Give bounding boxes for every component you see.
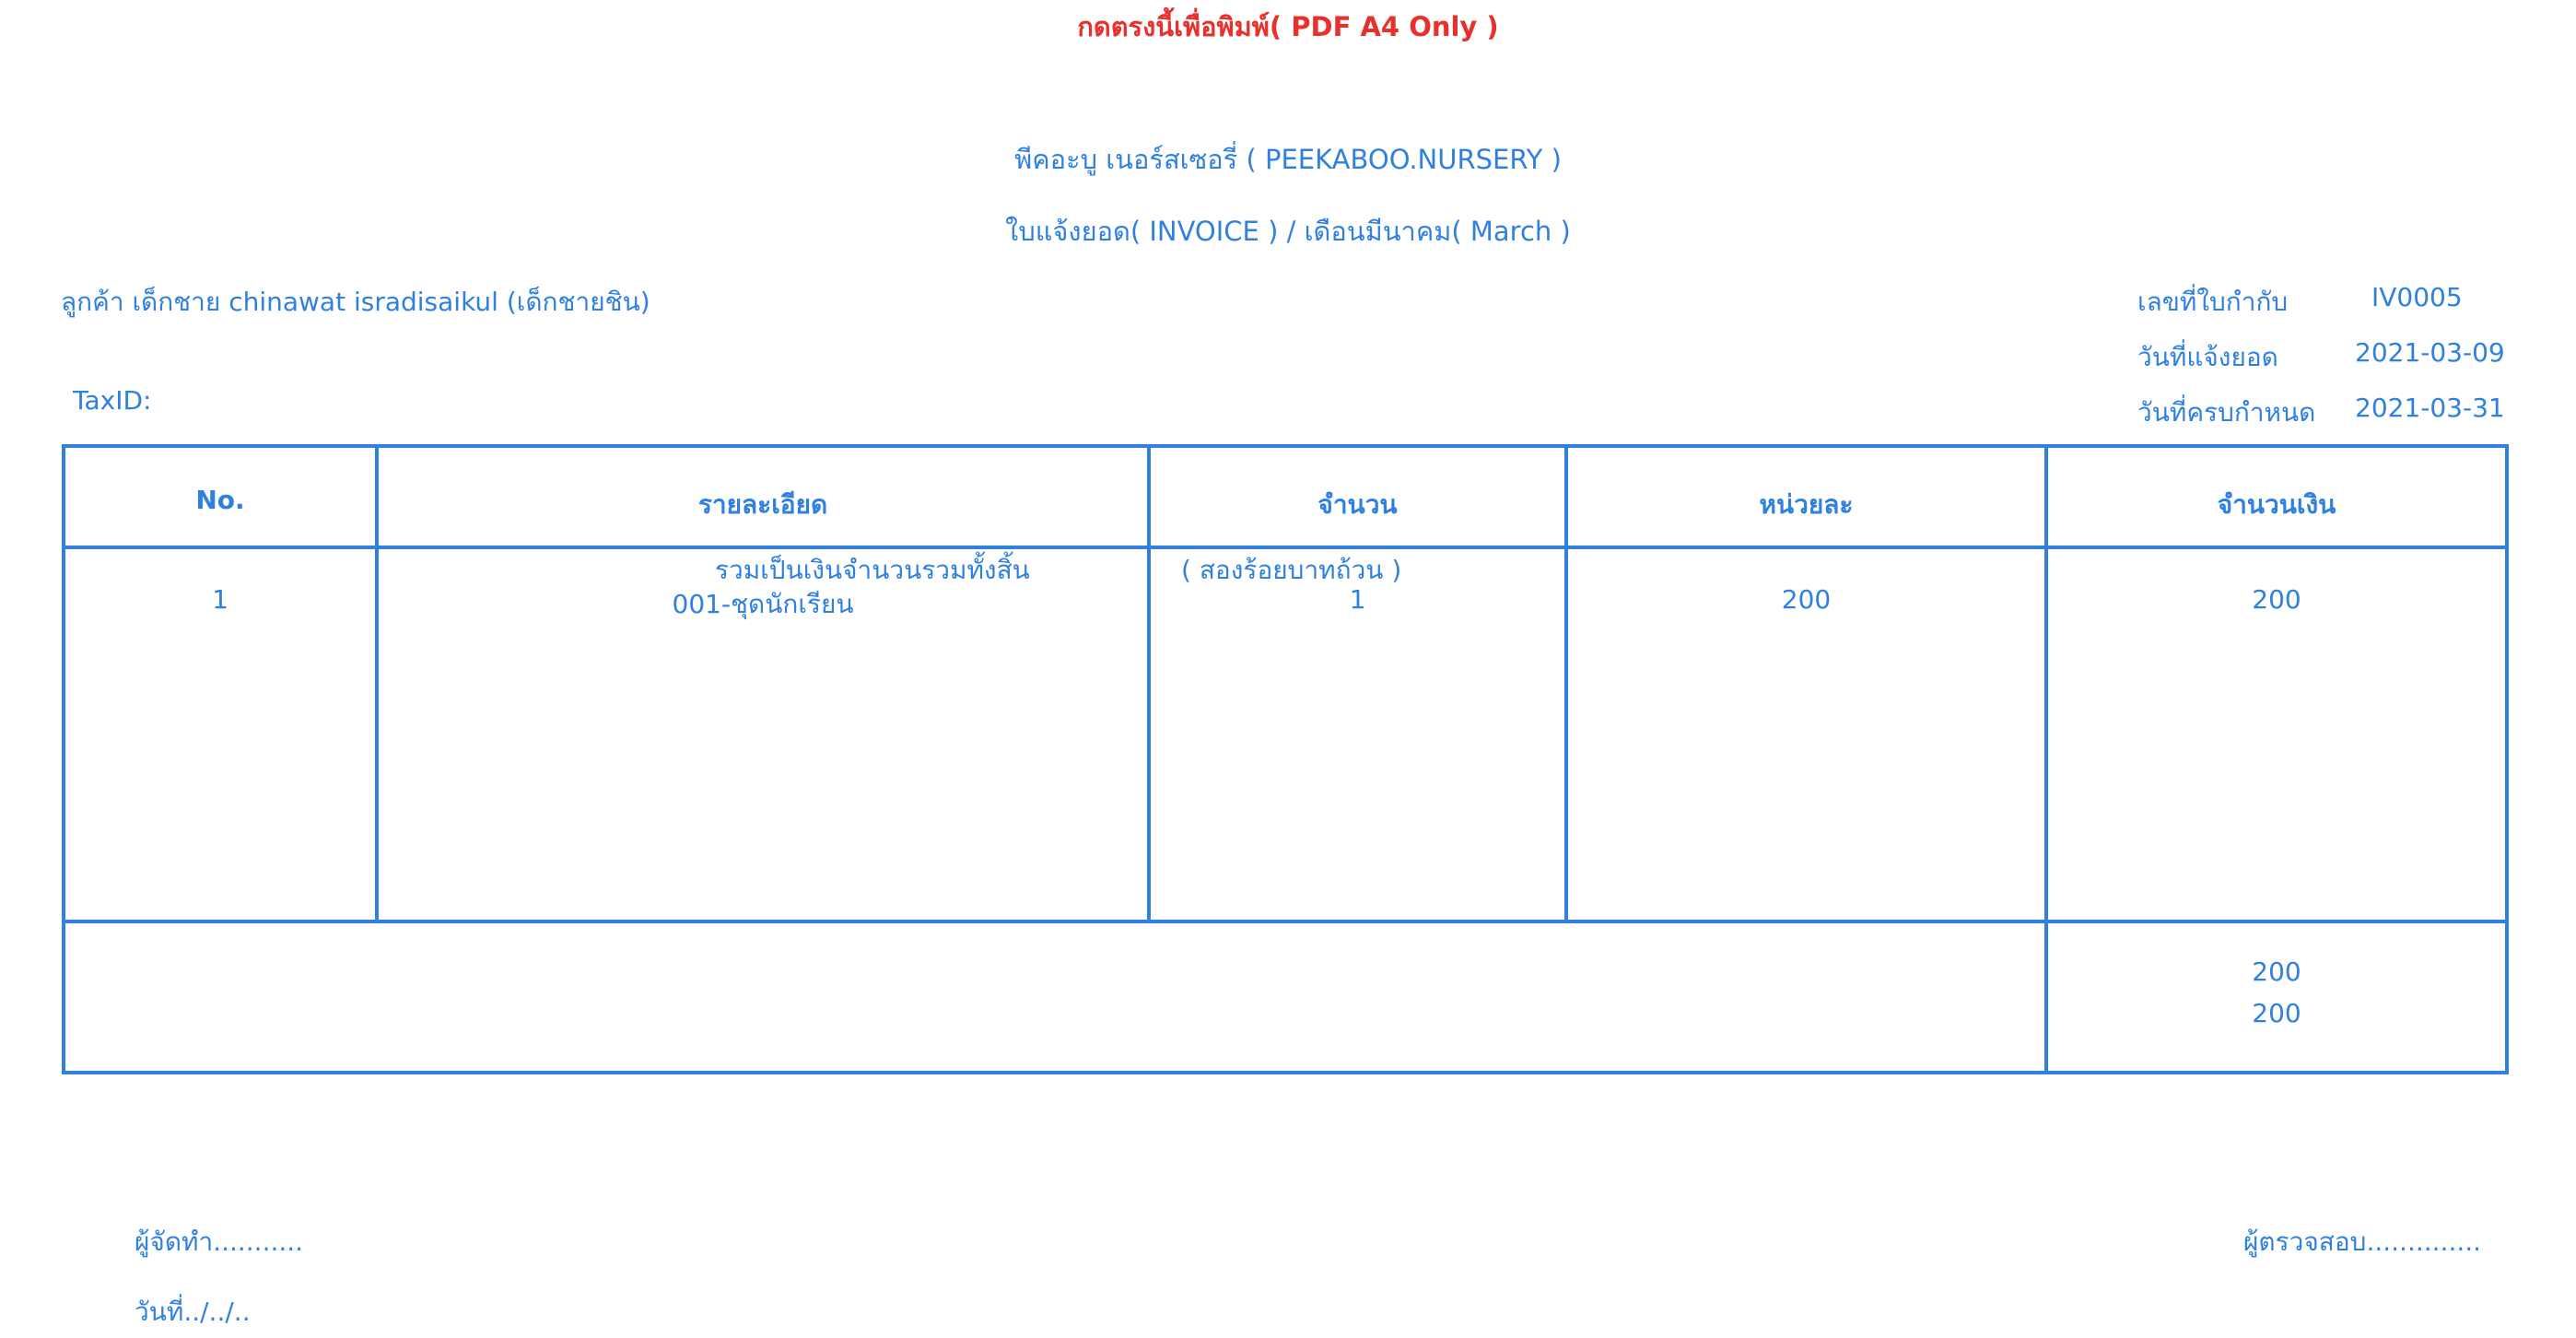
- row-amount: 200: [2252, 584, 2301, 615]
- due-date-label: วันที่ครบกำหนด: [2137, 397, 2316, 428]
- invoice-number-label: เลขที่ใบกำกับ: [2137, 287, 2289, 317]
- column-header-no: No.: [195, 485, 245, 515]
- document-title: ใบแจ้งยอด( INVOICE ) / เดือนมีนาคม( Marc…: [1005, 216, 1571, 247]
- row-no: 1: [212, 584, 228, 615]
- total-label: รวมเป็นเงินจำนวนรวมทั้งสิ้น: [715, 555, 1030, 585]
- header-divider: [65, 546, 2505, 549]
- invoice-table: No. รายละเอียด จำนวน หน่วยละ จำนวนเงิน 1…: [62, 444, 2509, 1074]
- tax-id-label: TaxID:: [73, 385, 152, 416]
- due-date-value: 2021-03-31: [2355, 393, 2505, 423]
- column-header-unit-price: หน่วยละ: [1759, 489, 1854, 520]
- checked-by-signature: ผู้ตรวจสอบ..............: [2243, 1226, 2482, 1257]
- print-pdf-link[interactable]: กดตรงนี้เพื่อพิมพ์( PDF A4 Only ): [0, 6, 2576, 48]
- subtotal-value: 200: [2252, 957, 2301, 987]
- total-in-words: ( สองร้อยบาทถ้วน ): [1181, 555, 1402, 585]
- customer-name: ลูกค้า เด็กชาย chinawat isradisaikul (เด…: [61, 287, 650, 317]
- company-name: พีคอะบู เนอร์สเซอรี่ ( PEEKABOO.NURSERY …: [1014, 144, 1562, 175]
- grand-total-value: 200: [2252, 998, 2301, 1028]
- invoice-number-value: IV0005: [2371, 282, 2463, 312]
- total-divider: [65, 920, 2505, 923]
- column-header-amount: จำนวนเงิน: [2217, 489, 2336, 520]
- row-unit-price: 200: [1781, 584, 1832, 615]
- issue-date-label: วันที่แจ้งยอด: [2137, 342, 2278, 372]
- column-header-detail: รายละเอียด: [697, 489, 828, 520]
- signature-date: วันที่../../..: [135, 1297, 251, 1327]
- issue-date-value: 2021-03-09: [2355, 337, 2505, 368]
- prepared-by-signature: ผู้จัดทำ...........: [135, 1226, 304, 1257]
- column-header-qty: จำนวน: [1317, 489, 1398, 520]
